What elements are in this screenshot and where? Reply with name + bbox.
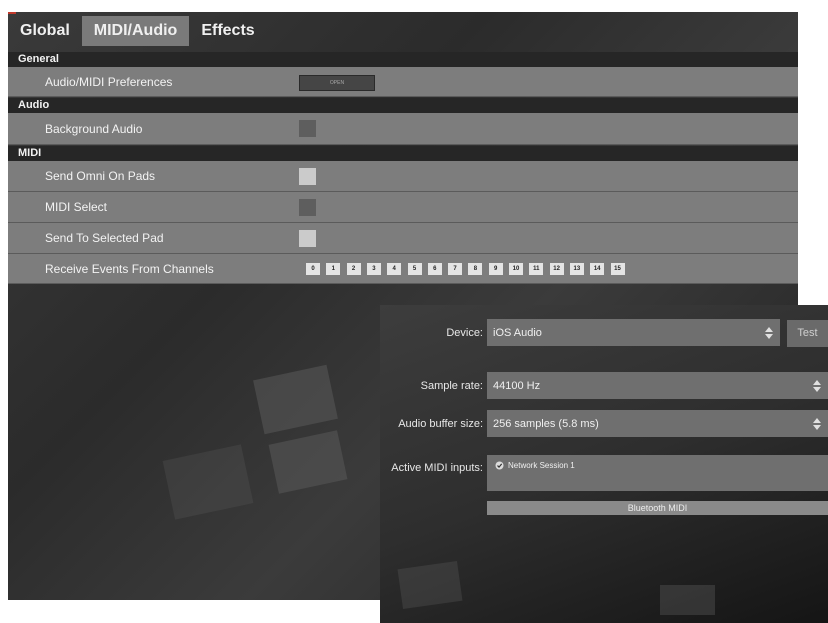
sample-rate-select[interactable]: 44100 Hz <box>487 372 828 399</box>
background-pad-decor <box>162 444 254 520</box>
midi-select-checkbox[interactable] <box>299 199 316 216</box>
row-send-to-selected-pad: Send To Selected Pad <box>8 223 798 254</box>
background-pad-decor <box>253 364 338 435</box>
section-midi: MIDI <box>8 146 798 161</box>
device-value: iOS Audio <box>493 326 542 339</box>
device-select[interactable]: iOS Audio <box>487 319 780 346</box>
active-midi-inputs-label: Active MIDI inputs: <box>391 462 483 474</box>
channel-button-9[interactable]: 9 <box>488 263 503 275</box>
row-receive-events-from-channels: Receive Events From Channels 01234567891… <box>8 254 798 284</box>
receive-events-label: Receive Events From Channels <box>45 261 214 276</box>
bluetooth-midi-button[interactable]: Bluetooth MIDI <box>487 501 828 515</box>
midi-inputs-list: Network Session 1 <box>487 455 828 491</box>
channel-button-11[interactable]: 11 <box>529 263 544 275</box>
channel-button-3[interactable]: 3 <box>366 263 381 275</box>
send-omni-label: Send Omni On Pads <box>45 169 156 183</box>
select-arrows-icon <box>813 417 821 430</box>
select-arrows-icon <box>765 326 773 339</box>
channel-button-14[interactable]: 14 <box>590 263 605 275</box>
row-audio-midi-preferences: Audio/MIDI Preferences OPEN <box>8 67 798 97</box>
send-to-selected-pad-label: Send To Selected Pad <box>45 231 164 245</box>
channel-button-0[interactable]: 0 <box>306 263 320 275</box>
midi-input-item[interactable]: Network Session 1 <box>495 461 575 470</box>
sample-rate-value: 44100 Hz <box>493 379 541 392</box>
select-arrows-icon <box>813 379 821 392</box>
audio-midi-preferences-label: Audio/MIDI Preferences <box>45 74 173 89</box>
channel-button-4[interactable]: 4 <box>387 263 402 275</box>
send-omni-checkbox[interactable] <box>299 168 316 185</box>
midi-select-label: MIDI Select <box>45 200 108 214</box>
channel-button-5[interactable]: 5 <box>407 263 422 275</box>
midi-input-name: Network Session 1 <box>508 461 575 470</box>
background-audio-label: Background Audio <box>45 121 143 136</box>
buffer-size-select[interactable]: 256 samples (5.8 ms) <box>487 410 828 437</box>
test-button[interactable]: Test <box>787 320 828 347</box>
channel-button-1[interactable]: 1 <box>326 263 341 275</box>
device-label: Device: <box>446 327 483 339</box>
send-to-selected-pad-checkbox[interactable] <box>299 230 316 247</box>
row-send-omni-on-pads: Send Omni On Pads <box>8 161 798 192</box>
buffer-size-value: 256 samples (5.8 ms) <box>493 417 599 430</box>
tab-effects[interactable]: Effects <box>189 16 266 46</box>
tab-bar: Global MIDI/Audio Effects <box>8 12 798 46</box>
channel-button-10[interactable]: 10 <box>509 263 523 275</box>
channel-button-12[interactable]: 12 <box>549 263 564 275</box>
background-audio-checkbox[interactable] <box>299 120 316 137</box>
row-background-audio: Background Audio <box>8 113 798 145</box>
tab-midi-audio[interactable]: MIDI/Audio <box>81 16 190 46</box>
channel-button-2[interactable]: 2 <box>346 263 361 275</box>
background-pad-decor <box>268 430 348 494</box>
section-audio: Audio <box>8 98 798 113</box>
audio-midi-settings-panel: Device: iOS Audio Test Sample rate: 4410… <box>380 305 828 623</box>
background-pad-decor <box>660 585 715 615</box>
channel-button-13[interactable]: 13 <box>569 263 584 275</box>
row-midi-select: MIDI Select <box>8 192 798 223</box>
channel-button-15[interactable]: 15 <box>610 263 625 275</box>
channel-button-7[interactable]: 7 <box>448 263 463 275</box>
section-general: General <box>8 52 798 67</box>
background-pad-decor <box>397 561 463 609</box>
tab-global[interactable]: Global <box>8 16 82 46</box>
channel-button-8[interactable]: 8 <box>468 263 483 275</box>
buffer-size-label: Audio buffer size: <box>398 418 483 430</box>
sample-rate-label: Sample rate: <box>420 380 483 392</box>
open-button[interactable]: OPEN <box>299 75 375 91</box>
channel-button-6[interactable]: 6 <box>427 263 442 275</box>
checkmark-icon <box>495 461 504 470</box>
